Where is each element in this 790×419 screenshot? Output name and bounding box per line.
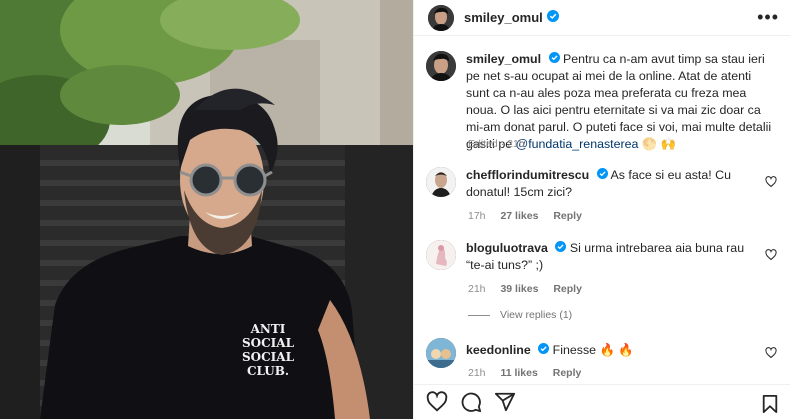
comment-time: 21h	[468, 367, 486, 379]
heart-icon[interactable]	[426, 391, 448, 413]
view-replies-button[interactable]: View replies (1)	[468, 309, 572, 321]
shirt-print-line-3: SOCIAL	[242, 350, 295, 364]
comment-likes[interactable]: 11 likes	[500, 367, 537, 379]
commenter-avatar[interactable]	[426, 240, 456, 270]
shirt-print-line-1: ANTI	[250, 322, 286, 336]
comment-time: 17h	[468, 210, 486, 222]
post-photo[interactable]: ANTI SOCIAL SOCIAL CLUB.	[0, 0, 413, 419]
view-replies-label: View replies (1)	[500, 309, 573, 321]
commenter-avatar[interactable]	[426, 167, 456, 197]
comment-meta: 21h 11 likes Reply	[468, 367, 593, 379]
comment: bloguluotrava Si urma intrebarea aia bun…	[426, 240, 781, 274]
caption-meta: Edited · 21h	[468, 138, 537, 150]
comment-text: chefflorindumitrescu As face si eu asta!…	[466, 167, 766, 201]
comment-like-icon[interactable]	[765, 249, 777, 261]
post-actions-bar	[414, 384, 790, 419]
comment-meta: 21h 39 likes Reply	[468, 283, 594, 295]
comment-username[interactable]: keedonline	[466, 343, 531, 357]
caption-username[interactable]: smiley_omul	[466, 52, 541, 66]
bookmark-icon[interactable]	[761, 394, 779, 419]
comment-body: Finesse 🔥 🔥	[552, 343, 634, 357]
comment-text: bloguluotrava Si urma intrebarea aia bun…	[466, 240, 766, 274]
post-header: smiley_omul •••	[414, 0, 790, 36]
verified-badge-icon	[546, 9, 559, 27]
comment-likes[interactable]: 27 likes	[500, 210, 538, 222]
post-photo-illustration: ANTI SOCIAL SOCIAL CLUB.	[0, 0, 413, 419]
comment-username[interactable]: chefflorindumitrescu	[466, 168, 589, 182]
verified-badge-icon	[596, 167, 608, 184]
reply-button[interactable]: Reply	[553, 210, 582, 222]
comment: keedonline Finesse 🔥 🔥	[426, 338, 781, 368]
comment-meta: 17h 27 likes Reply	[468, 210, 594, 222]
comment: chefflorindumitrescu As face si eu asta!…	[426, 167, 781, 201]
comment-like-icon[interactable]	[765, 176, 777, 188]
commenter-avatar[interactable]	[426, 338, 456, 368]
comment-username[interactable]: bloguluotrava	[466, 241, 548, 255]
comment-like-icon[interactable]	[765, 347, 777, 359]
shirt-print-line-4: CLUB.	[247, 364, 289, 378]
reply-button[interactable]: Reply	[553, 367, 582, 379]
caption-emoji: 🌕 🙌	[641, 137, 677, 152]
shirt-print-line-2: SOCIAL	[242, 336, 295, 350]
header-username[interactable]: smiley_omul	[464, 10, 543, 25]
comment-time: 21h	[468, 283, 486, 295]
send-icon[interactable]	[494, 391, 516, 413]
post-details-panel: smiley_omul ••• smiley_omul Pentru ca n-…	[413, 0, 790, 419]
caption-author-avatar[interactable]	[426, 51, 456, 81]
author-avatar[interactable]	[428, 4, 454, 31]
comment-icon[interactable]	[460, 391, 482, 413]
comment-likes[interactable]: 39 likes	[500, 283, 538, 295]
comments-thread[interactable]: smiley_omul Pentru ca n-am avut timp sa …	[414, 37, 790, 384]
edited-timestamp: Edited · 21h	[468, 138, 525, 150]
view-replies-divider	[468, 314, 490, 316]
more-options-icon[interactable]: •••	[757, 8, 779, 26]
reply-button[interactable]: Reply	[553, 283, 582, 295]
verified-badge-icon	[555, 240, 567, 257]
verified-badge-icon	[548, 51, 560, 68]
comment-text: keedonline Finesse 🔥 🔥	[466, 338, 766, 368]
instagram-post-modal: ANTI SOCIAL SOCIAL CLUB. smiley_omul •••…	[0, 0, 790, 419]
verified-badge-icon	[538, 342, 550, 359]
